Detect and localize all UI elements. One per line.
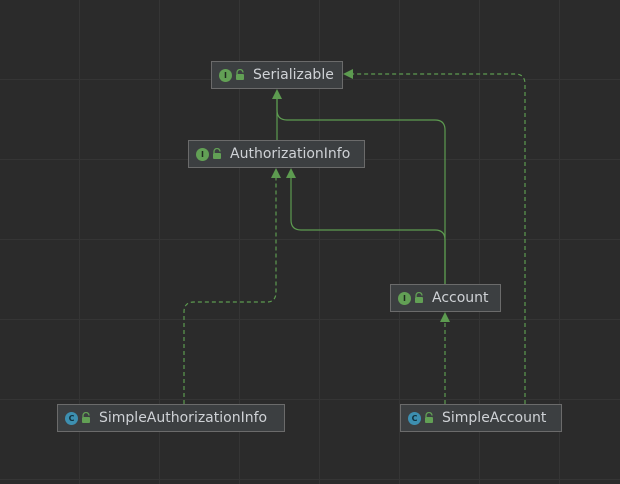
node-label: AuthorizationInfo [230, 146, 351, 162]
node-simple-authorization-info[interactable]: C SimpleAuthorizationInfo [57, 404, 285, 432]
node-account[interactable]: I Account [390, 284, 501, 312]
lock-icon [212, 148, 222, 160]
lock-icon [235, 69, 245, 81]
interface-icon: I [398, 291, 411, 305]
lock-icon [414, 292, 424, 304]
arrowhead [286, 168, 296, 178]
node-label: SimpleAccount [442, 410, 547, 426]
lock-icon [424, 412, 434, 424]
node-label: SimpleAuthorizationInfo [99, 410, 268, 426]
lock-icon [81, 412, 91, 424]
node-authorization-info[interactable]: I AuthorizationInfo [188, 140, 365, 168]
edge-simpleaccount-serializable [350, 73, 526, 404]
arrowhead [271, 168, 281, 178]
class-icon: C [408, 411, 421, 425]
arrowhead [440, 312, 450, 322]
node-serializable[interactable]: I Serializable [211, 61, 343, 89]
edge-account-authorizationinfo [290, 175, 446, 284]
interface-icon: I [219, 68, 232, 82]
arrowhead [343, 69, 353, 79]
interface-icon: I [196, 147, 209, 161]
class-icon: C [65, 411, 78, 425]
node-label: Account [432, 290, 489, 306]
node-label: Serializable [253, 67, 334, 83]
uml-class-diagram: I Serializable I AuthorizationInfo I Acc… [0, 0, 620, 484]
node-simple-account[interactable]: C SimpleAccount [400, 404, 562, 432]
edge-account-serializable [276, 96, 446, 284]
edge-simpleauthorizationinfo-authorizationinfo [183, 175, 277, 404]
